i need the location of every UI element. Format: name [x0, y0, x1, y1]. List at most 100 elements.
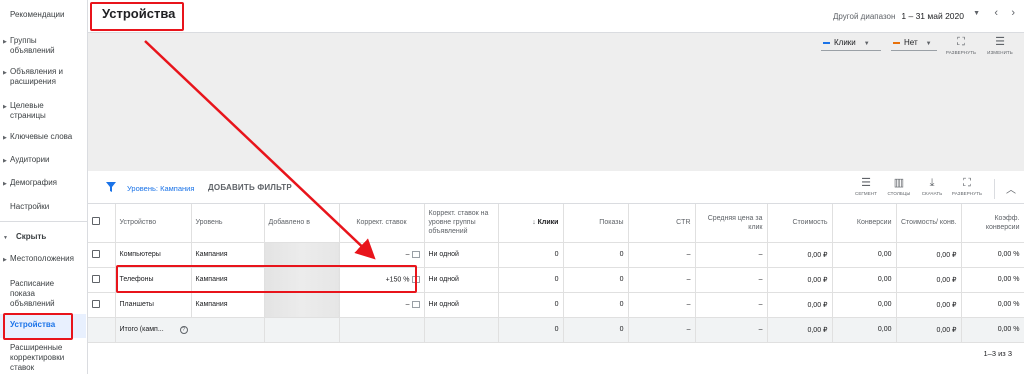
cell-avg-cpc: – [695, 292, 768, 318]
col-header-ctr[interactable]: CTR [628, 204, 696, 243]
sidebar-item-label: Целевые страницы [10, 101, 46, 120]
cell-cost-conv: 0,00 ₽ [896, 292, 962, 318]
total-label: Итого (камп... [119, 325, 164, 333]
row-checkbox-cell[interactable] [88, 267, 116, 293]
row-checkbox[interactable] [92, 249, 100, 258]
filter-icon[interactable] [106, 182, 116, 192]
sidebar-item-label: Местоположения [10, 254, 74, 263]
sidebar-item-advanced-bid-adj[interactable]: Расширенные корректировки ставок [0, 343, 86, 373]
cell-conv-rate: 0,00 % [961, 292, 1024, 318]
col-header-level[interactable]: Уровень [191, 204, 265, 243]
col-header-bid-adj-group[interactable]: Коррект. ставок на уровне группы объявле… [424, 204, 499, 243]
col-header-clicks[interactable]: ↓ Клики [498, 204, 564, 243]
caret-right-icon: ▶ [3, 70, 7, 76]
fullscreen-icon: ⛶ [963, 177, 971, 189]
cell-ctr: – [628, 267, 696, 293]
sidebar-item-landing-pages[interactable]: ▶ Целевые страницы [0, 101, 86, 121]
col-header-device[interactable]: Устройство [115, 204, 192, 243]
cell-bid-adj[interactable]: – [339, 292, 425, 318]
dropdown-icon: ▼ [863, 41, 870, 47]
collapse-chevron-icon[interactable]: ︿ [1006, 181, 1016, 196]
cell-conversions: 0,00 [832, 267, 897, 293]
level-filter-chip[interactable]: Уровень: Кампания [127, 184, 194, 193]
sidebar-item-ad-groups[interactable]: ▶ Группы объявлений [0, 36, 86, 56]
cell-impressions: 0 [563, 292, 629, 318]
sidebar-item-ad-schedule[interactable]: Расписание показа объявлений [0, 279, 86, 309]
col-header-cost[interactable]: Стоимость [767, 204, 833, 243]
sidebar-item-audiences[interactable]: ▶ Аудитории [0, 155, 86, 165]
cell-bid-adj-group: Ни одной [424, 267, 499, 293]
annotation-title-highlight [90, 2, 184, 31]
table-row: Компьютеры Кампания – Ни одной 0 0 – – 0… [88, 242, 1024, 268]
caret-right-icon: ▶ [3, 158, 7, 164]
sidebar-item-locations[interactable]: ▶ Местоположения [0, 254, 86, 264]
caret-right-icon: ▶ [3, 39, 7, 45]
caret-right-icon: ▶ [3, 104, 7, 110]
add-filter-button[interactable]: ДОБАВИТЬ ФИЛЬТР [208, 183, 292, 192]
annotation-sidebar-highlight [3, 313, 73, 340]
cell-conversions: 0,00 [832, 292, 897, 318]
chart-expand-label: РАЗВЕРНУТЬ [945, 50, 977, 55]
select-all-checkbox[interactable] [92, 217, 100, 226]
cell-conv-rate: 0,00 % [961, 242, 1024, 268]
row-checkbox-cell[interactable] [88, 292, 116, 318]
chart-expand-button[interactable]: ⛶ РАЗВЕРНУТЬ [941, 36, 981, 55]
col-header-cost-conv[interactable]: Стоимость/ конв. [896, 204, 962, 243]
cell-bid-adj[interactable]: – [339, 242, 425, 268]
total-impressions: 0 [563, 317, 629, 343]
cell-added-to-redacted [264, 242, 340, 268]
cell-device: Компьютеры [115, 242, 192, 268]
cell-impressions: 0 [563, 267, 629, 293]
cell-conversions: 0,00 [832, 242, 897, 268]
level-prefix: Уровень: [127, 184, 158, 193]
cell-conv-rate: 0,00 % [961, 267, 1024, 293]
metric1-selector[interactable]: Клики ▼ [823, 38, 870, 47]
sidebar-item-recommendations[interactable]: Рекомендации [0, 10, 86, 20]
cell-clicks: 0 [498, 292, 564, 318]
chart-edit-label: ИЗМЕНИТЬ [987, 50, 1013, 55]
row-checkbox[interactable] [92, 299, 100, 308]
chevron-left-icon[interactable]: ‹ [994, 7, 998, 19]
caret-down-icon: ▼ [3, 235, 8, 241]
chart-icon[interactable] [411, 300, 420, 308]
select-all-cell[interactable] [88, 204, 116, 243]
cell-device: Планшеты [115, 292, 192, 318]
col-header-conversions[interactable]: Конверсии [832, 204, 897, 243]
sidebar-item-settings[interactable]: Настройки [0, 202, 86, 212]
table-expand-label: РАЗВЕРНУТЬ [951, 191, 983, 196]
sidebar-item-label: Расписание показа объявлений [10, 279, 55, 308]
total-cost-conv: 0,00 ₽ [896, 317, 962, 343]
annotation-row-highlight [116, 265, 417, 293]
help-icon[interactable]: ? [179, 325, 188, 334]
col-header-avg-cpc[interactable]: Средняя цена за клик [695, 204, 768, 243]
table-total-row: Итого (камп...? 0 0 – – 0,00 ₽ 0,00 0,00… [88, 317, 1024, 343]
row-checkbox[interactable] [92, 274, 100, 283]
col-header-bid-adj[interactable]: Коррект. ставок [339, 204, 425, 243]
sidebar-item-ads[interactable]: ▶ Объявления и расширения [0, 67, 86, 87]
cell-ctr: – [628, 242, 696, 268]
date-range-picker[interactable]: Другой диапазон 1 – 31 май 2020 [833, 11, 964, 21]
metric2-color-swatch [893, 41, 900, 44]
cell-level: Кампания [191, 242, 265, 268]
fullscreen-icon: ⛶ [957, 36, 965, 48]
col-header-added-to[interactable]: Добавлено в [264, 204, 340, 243]
sidebar-item-label: Демография [10, 178, 58, 187]
row-checkbox-cell[interactable] [88, 242, 116, 268]
cell-cost: 0,00 ₽ [767, 242, 833, 268]
download-button[interactable]: ⤓ СКАЧАТЬ [912, 177, 952, 196]
metric1-color-swatch [823, 41, 830, 44]
date-dropdown-icon[interactable]: ▼ [973, 10, 980, 17]
table-expand-button[interactable]: ⛶ РАЗВЕРНУТЬ [947, 177, 987, 196]
sidebar-item-keywords[interactable]: ▶ Ключевые слова [0, 132, 86, 142]
chevron-right-icon[interactable]: › [1011, 7, 1015, 19]
sidebar-hide-toggle[interactable]: ▼ Скрыть [0, 232, 86, 242]
chart-icon[interactable] [411, 250, 420, 258]
col-header-conv-rate[interactable]: Коэфф. конверсии [961, 204, 1024, 243]
col-header-impressions[interactable]: Показы [563, 204, 629, 243]
sort-arrow-down-icon: ↓ [532, 219, 536, 227]
sidebar-item-demographics[interactable]: ▶ Демография [0, 178, 86, 188]
metric2-selector[interactable]: Нет ▼ [893, 38, 932, 47]
sidebar-item-label: Настройки [10, 202, 50, 211]
chart-edit-button[interactable]: ☰ ИЗМЕНИТЬ [980, 36, 1020, 55]
total-conversions: 0,00 [832, 317, 897, 343]
